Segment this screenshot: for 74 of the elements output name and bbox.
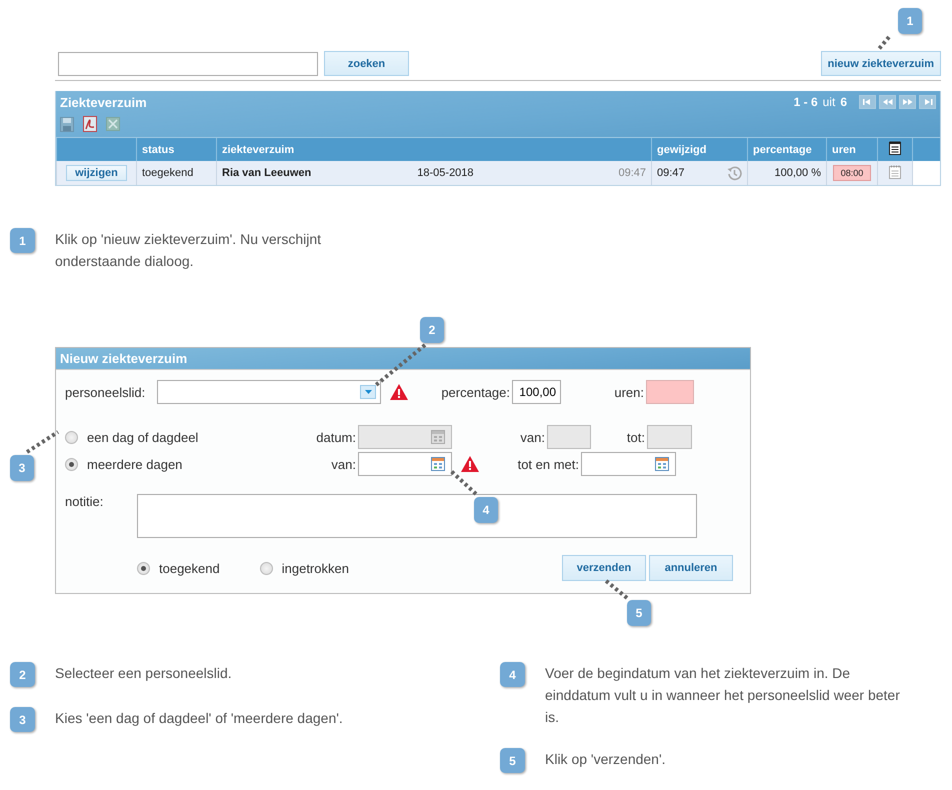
callout-badge: 2 [420, 317, 444, 343]
radio-label[interactable]: meerdere dagen [87, 456, 182, 472]
pdf-icon[interactable] [83, 116, 97, 132]
field-label: van: [519, 430, 546, 444]
column-header[interactable]: ziekteverzuim [222, 144, 294, 156]
employee-name: Ria van Leeuwen [222, 167, 312, 179]
from-date-field[interactable] [358, 452, 452, 476]
step-instruction: Voer de begindatum van het ziekteverzuim in. De einddatum vult u in wanneer het personeelslid weer beter is. [545, 664, 901, 727]
leader-line [26, 430, 60, 454]
search-button[interactable]: zoeken [324, 51, 409, 76]
last-page-icon[interactable] [919, 95, 936, 109]
table-cell: 100,00 % [774, 167, 821, 179]
callout-badge: 1 [898, 8, 922, 34]
callout-badge: 4 [474, 497, 498, 523]
leader-line [450, 470, 478, 496]
step-instruction: Klik op 'nieuw ziekteverzuim'. Nu verschijnt onderstaande dialoog. [55, 230, 322, 271]
field-label: personeelslid: [65, 384, 146, 400]
leader-line [374, 343, 426, 387]
submit-button[interactable]: verzenden [562, 555, 646, 581]
radio-label[interactable]: toegekend [159, 560, 220, 576]
step-number-badge: 4 [500, 662, 525, 687]
edit-button[interactable]: wijzigen [66, 165, 127, 181]
save-icon[interactable] [60, 116, 74, 132]
note-icon[interactable] [889, 164, 901, 178]
step-number-badge: 1 [10, 228, 35, 253]
radio-label[interactable]: een dag of dagdeel [87, 430, 198, 444]
absence-date: 18-05-2018 [417, 167, 474, 179]
new-absence-button[interactable]: nieuw ziekteverzuim [820, 51, 941, 76]
modified-time: 09:47 [657, 167, 685, 179]
calendar-icon[interactable] [431, 457, 445, 471]
callout-badge: 5 [627, 600, 651, 626]
next-page-icon[interactable] [899, 95, 916, 109]
radio-button[interactable] [137, 562, 150, 574]
previous-page-icon[interactable] [879, 95, 896, 109]
step-number-badge: 5 [500, 748, 525, 773]
page-total: 6 [840, 95, 847, 109]
table-cell: toegekend [142, 167, 194, 179]
history-icon[interactable] [727, 166, 742, 180]
page-range: 1 - 6 [794, 95, 818, 109]
dialog-title: Nieuw ziekteverzuim [56, 348, 750, 370]
first-page-icon[interactable] [859, 95, 876, 109]
step-instruction: Kies 'een dag of dagdeel' of 'meerdere dagen'. [55, 709, 343, 728]
radio-label[interactable]: ingetrokken [282, 560, 349, 576]
step-number-badge: 3 [10, 707, 35, 732]
step-instruction: Klik op 'verzenden'. [545, 750, 667, 769]
note-field[interactable] [137, 494, 697, 538]
field-label: uren: [613, 384, 645, 400]
leader-line [876, 36, 891, 52]
step-instruction: Selecteer een personeelslid. [55, 664, 232, 683]
field-label: tot: [626, 430, 646, 444]
until-date-field[interactable] [581, 452, 676, 476]
callout-badge: 3 [10, 455, 34, 481]
absence-time: 09:47 [618, 167, 646, 179]
panel-title: Ziekteverzuim [60, 94, 147, 110]
hours-badge: 08:00 [832, 165, 872, 181]
calendar-icon[interactable] [655, 457, 669, 471]
hours-field[interactable] [646, 380, 694, 404]
notepad-icon [889, 141, 901, 155]
field-label: van: [330, 456, 357, 472]
search-field[interactable] [58, 52, 318, 76]
leader-line [604, 578, 628, 600]
step-number-badge: 2 [10, 662, 35, 687]
field-label: tot en met: [516, 456, 580, 472]
radio-button[interactable] [260, 562, 273, 574]
field-label: datum: [315, 430, 357, 444]
cancel-button[interactable]: annuleren [649, 555, 733, 581]
page-of-label: uit [822, 95, 836, 109]
percentage-field[interactable]: 100,00 [512, 380, 561, 404]
field-label: percentage: [440, 384, 511, 400]
spreadsheet-icon[interactable] [106, 117, 120, 131]
employee-dropdown[interactable] [157, 380, 381, 404]
radio-button[interactable] [65, 430, 78, 444]
radio-button[interactable] [65, 458, 78, 470]
field-label: notitie: [65, 494, 104, 509]
